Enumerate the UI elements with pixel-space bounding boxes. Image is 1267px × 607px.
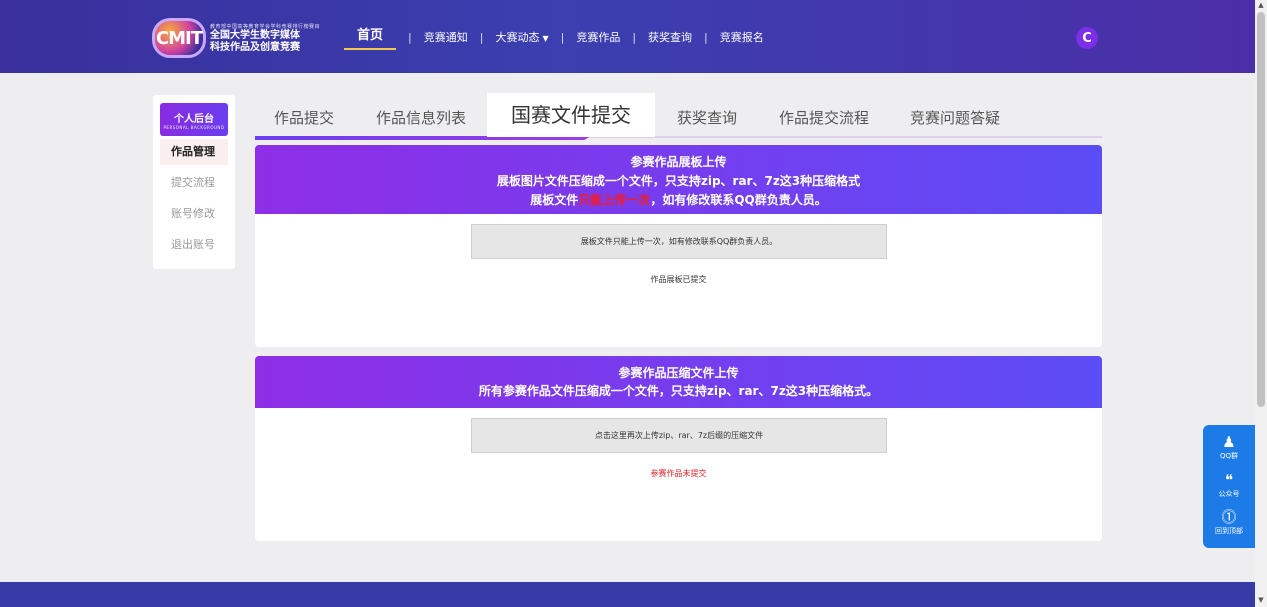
tab-faq[interactable]: 竞赛问题答疑 [910, 107, 1000, 128]
nav-divider: | [704, 30, 708, 44]
archive-upload-card: 参赛作品压缩文件上传 所有参赛作品文件压缩成一个文件，只支持zip、rar、7z… [255, 356, 1102, 541]
qq-group-button[interactable]: ♟ QQ群 [1203, 434, 1255, 461]
nav-awards[interactable]: 获奖查询 [648, 29, 692, 45]
back-to-top-button[interactable]: ⓵ 回到顶部 [1203, 509, 1255, 536]
nav-news-label: 大赛动态 [495, 31, 540, 44]
sidebar-header: 个人后台 PERSONAL BACKGROUND [160, 103, 228, 136]
logo-title-line2: 科技作品及创意竞赛 [210, 41, 300, 53]
archive-upload-title: 参赛作品压缩文件上传 [618, 366, 739, 380]
site-header: CMIT 教育部中国高等教育学会学科竞赛排行榜赛目 全国大学生数字媒体 科技作品… [0, 0, 1255, 73]
board-upload-title: 参赛作品展板上传 [630, 155, 727, 169]
sidebar-item-logout[interactable]: 退出账号 [160, 232, 228, 258]
board-upload-area[interactable]: 展板文件只能上传一次，如有修改联系QQ群负责人员。 [471, 224, 887, 259]
arrow-up-circle-icon: ⓵ [1221, 508, 1237, 526]
logo-mark: CMIT [152, 18, 206, 58]
tab-award-query[interactable]: 获奖查询 [677, 107, 737, 128]
wechat-icon: ❝ [1224, 471, 1234, 489]
nav-divider: | [632, 30, 637, 44]
archive-upload-format-note: 所有参赛作品文件压缩成一个文件，只支持zip、rar、7z这3种压缩格式。 [478, 384, 879, 398]
caret-down-icon: ▼ [542, 34, 549, 43]
sidebar-item-process[interactable]: 提交流程 [160, 170, 228, 196]
archive-status-text: 参赛作品未提交 [650, 469, 707, 478]
tab-submit[interactable]: 作品提交 [274, 107, 334, 128]
archive-upload-area[interactable]: 点击这里再次上传zip、rar、7z后缀的压缩文件 [471, 418, 887, 453]
sidebar-title: 个人后台 [174, 114, 214, 125]
nav-notices[interactable]: 竞赛通知 [424, 29, 468, 45]
board-upload-card: 参赛作品展板上传 展板图片文件压缩成一个文件，只支持zip、rar、7z这3种压… [255, 145, 1102, 347]
page-scrollbar[interactable]: ▲ ▼ [1255, 0, 1267, 607]
site-logo[interactable]: CMIT 教育部中国高等教育学会学科竞赛排行榜赛目 全国大学生数字媒体 科技作品… [152, 18, 320, 58]
logo-title-line1: 全国大学生数字媒体 [210, 29, 300, 41]
once-only-highlight: 只能上传一次 [578, 193, 651, 207]
user-avatar-icon[interactable]: C [1076, 27, 1098, 49]
sidebar-subtitle: PERSONAL BACKGROUND [163, 125, 225, 130]
site-footer [0, 582, 1255, 607]
tab-work-list[interactable]: 作品信息列表 [376, 107, 466, 128]
sidebar-item-account[interactable]: 账号修改 [160, 201, 228, 227]
scroll-thumb[interactable] [1257, 12, 1265, 407]
sidebar-item-works[interactable]: 作品管理 [160, 139, 228, 165]
nav-register[interactable]: 竞赛报名 [720, 29, 764, 45]
nav-home[interactable]: 首页 [344, 24, 397, 50]
tab-national-files[interactable]: 国赛文件提交 [487, 93, 655, 137]
nav-divider: | [479, 30, 484, 44]
tab-submit-process[interactable]: 作品提交流程 [779, 107, 869, 128]
wechat-account-button[interactable]: ❝ 公众号 [1203, 472, 1255, 499]
floating-contact-panel: ♟ QQ群 ❝ 公众号 ⓵ 回到顶部 [1203, 425, 1255, 548]
qq-icon: ♟ [1222, 433, 1236, 451]
board-upload-header: 参赛作品展板上传 展板图片文件压缩成一个文件，只支持zip、rar、7z这3种压… [255, 145, 1102, 214]
board-upload-warning: 展板文件只能上传一次，如有修改联系QQ群负责人员。 [530, 193, 827, 207]
archive-upload-header: 参赛作品压缩文件上传 所有参赛作品文件压缩成一个文件，只支持zip、rar、7z… [255, 356, 1102, 408]
nav-works[interactable]: 竞赛作品 [576, 29, 620, 45]
scroll-up-icon[interactable]: ▲ [1257, 1, 1265, 11]
sidebar: 个人后台 PERSONAL BACKGROUND 作品管理 提交流程 账号修改 … [153, 95, 235, 269]
logo-tagline: 教育部中国高等教育学会学科竞赛排行榜赛目 [210, 23, 321, 30]
board-upload-format-note: 展板图片文件压缩成一个文件，只支持zip、rar、7z这3种压缩格式 [496, 174, 861, 188]
nav-divider: | [408, 30, 412, 44]
nav-news[interactable]: 大赛动态 ▼ [495, 29, 548, 45]
main-nav: 首页 | 竞赛通知 | 大赛动态 ▼ | 竞赛作品 | 获奖查询 | 竞赛报名 [344, 24, 764, 50]
tab-bar: 作品提交 作品信息列表 国赛文件提交 获奖查询 作品提交流程 竞赛问题答疑 [255, 93, 1102, 142]
nav-divider: | [560, 30, 565, 44]
board-status-text: 作品展板已提交 [650, 275, 707, 284]
scroll-down-icon[interactable]: ▼ [1257, 596, 1265, 606]
